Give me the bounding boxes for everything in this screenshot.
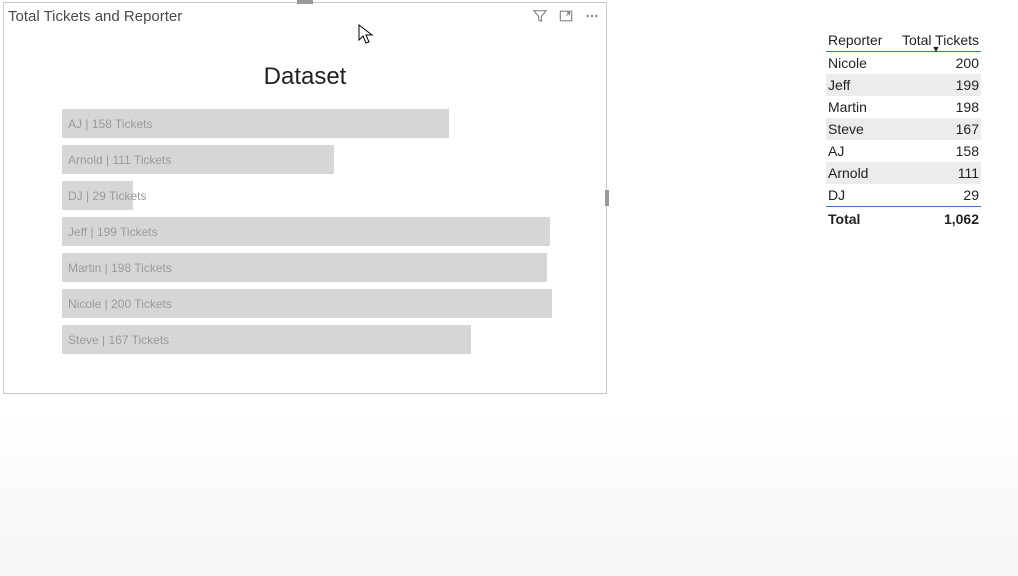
table-row[interactable]: Steve167 bbox=[826, 118, 981, 140]
bar-label: Steve | 167 Tickets bbox=[68, 333, 169, 347]
bar-label: DJ | 29 Tickets bbox=[68, 189, 146, 203]
bar[interactable]: AJ | 158 Tickets bbox=[62, 109, 449, 138]
summary-table[interactable]: Reporter Total Tickets ▼ Nicole200Jeff19… bbox=[826, 30, 981, 230]
table-row[interactable]: AJ158 bbox=[826, 140, 981, 162]
col-header-total[interactable]: Total Tickets ▼ bbox=[891, 30, 981, 52]
table-row[interactable]: DJ29 bbox=[826, 184, 981, 207]
cell-reporter: Martin bbox=[826, 96, 891, 118]
bar[interactable]: DJ | 29 Tickets bbox=[62, 181, 133, 210]
bar-label: AJ | 158 Tickets bbox=[68, 117, 153, 131]
visual-actions bbox=[532, 8, 600, 24]
focus-mode-icon[interactable] bbox=[558, 8, 574, 24]
bar-chart-area: AJ | 158 Tickets Arnold | 111 Tickets DJ |… bbox=[4, 109, 606, 354]
bar[interactable]: Nicole | 200 Tickets bbox=[62, 289, 552, 318]
cell-total: 29 bbox=[891, 184, 981, 207]
visual-header: Total Tickets and Reporter bbox=[4, 3, 606, 27]
filter-icon[interactable] bbox=[532, 8, 548, 24]
bar-row[interactable]: Jeff | 199 Tickets bbox=[62, 217, 596, 246]
table-row[interactable]: Martin198 bbox=[826, 96, 981, 118]
cell-reporter: AJ bbox=[826, 140, 891, 162]
cell-total: 111 bbox=[891, 162, 981, 184]
cell-total: 167 bbox=[891, 118, 981, 140]
visual-title: Total Tickets and Reporter bbox=[8, 8, 182, 25]
bar-chart-visual[interactable]: Total Tickets and Reporter Dataset AJ | … bbox=[3, 2, 607, 394]
total-label: Total bbox=[826, 207, 891, 231]
col-header-total-label: Total Tickets bbox=[902, 32, 979, 48]
table-total-row: Total1,062 bbox=[826, 207, 981, 231]
bar-row[interactable]: AJ | 158 Tickets bbox=[62, 109, 596, 138]
cell-total: 200 bbox=[891, 52, 981, 75]
resize-handle-right[interactable] bbox=[605, 190, 609, 206]
cell-reporter: Nicole bbox=[826, 52, 891, 75]
bar-row[interactable]: DJ | 29 Tickets bbox=[62, 181, 596, 210]
bar-label: Nicole | 200 Tickets bbox=[68, 297, 172, 311]
bar-row[interactable]: Steve | 167 Tickets bbox=[62, 325, 596, 354]
bar-row[interactable]: Nicole | 200 Tickets bbox=[62, 289, 596, 318]
cell-reporter: Jeff bbox=[826, 74, 891, 96]
bar-row[interactable]: Martin | 198 Tickets bbox=[62, 253, 596, 282]
table-row[interactable]: Arnold111 bbox=[826, 162, 981, 184]
bar-row[interactable]: Arnold | 111 Tickets bbox=[62, 145, 596, 174]
bottom-gradient bbox=[0, 416, 1018, 576]
cell-reporter: DJ bbox=[826, 184, 891, 207]
cell-reporter: Arnold bbox=[826, 162, 891, 184]
col-header-reporter[interactable]: Reporter bbox=[826, 30, 891, 52]
more-options-icon[interactable] bbox=[584, 8, 600, 24]
chart-title: Dataset bbox=[4, 63, 606, 91]
cell-total: 158 bbox=[891, 140, 981, 162]
bar[interactable]: Jeff | 199 Tickets bbox=[62, 217, 550, 246]
bar-label: Arnold | 111 Tickets bbox=[68, 153, 171, 167]
table-row[interactable]: Nicole200 bbox=[826, 52, 981, 75]
bar[interactable]: Steve | 167 Tickets bbox=[62, 325, 471, 354]
cell-total: 199 bbox=[891, 74, 981, 96]
bar[interactable]: Arnold | 111 Tickets bbox=[62, 145, 334, 174]
total-value: 1,062 bbox=[891, 207, 981, 231]
table-row[interactable]: Jeff199 bbox=[826, 74, 981, 96]
cell-reporter: Steve bbox=[826, 118, 891, 140]
cell-total: 198 bbox=[891, 96, 981, 118]
resize-handle-top[interactable] bbox=[297, 0, 313, 4]
bar-label: Jeff | 199 Tickets bbox=[68, 225, 158, 239]
bar-label: Martin | 198 Tickets bbox=[68, 261, 172, 275]
bar[interactable]: Martin | 198 Tickets bbox=[62, 253, 547, 282]
